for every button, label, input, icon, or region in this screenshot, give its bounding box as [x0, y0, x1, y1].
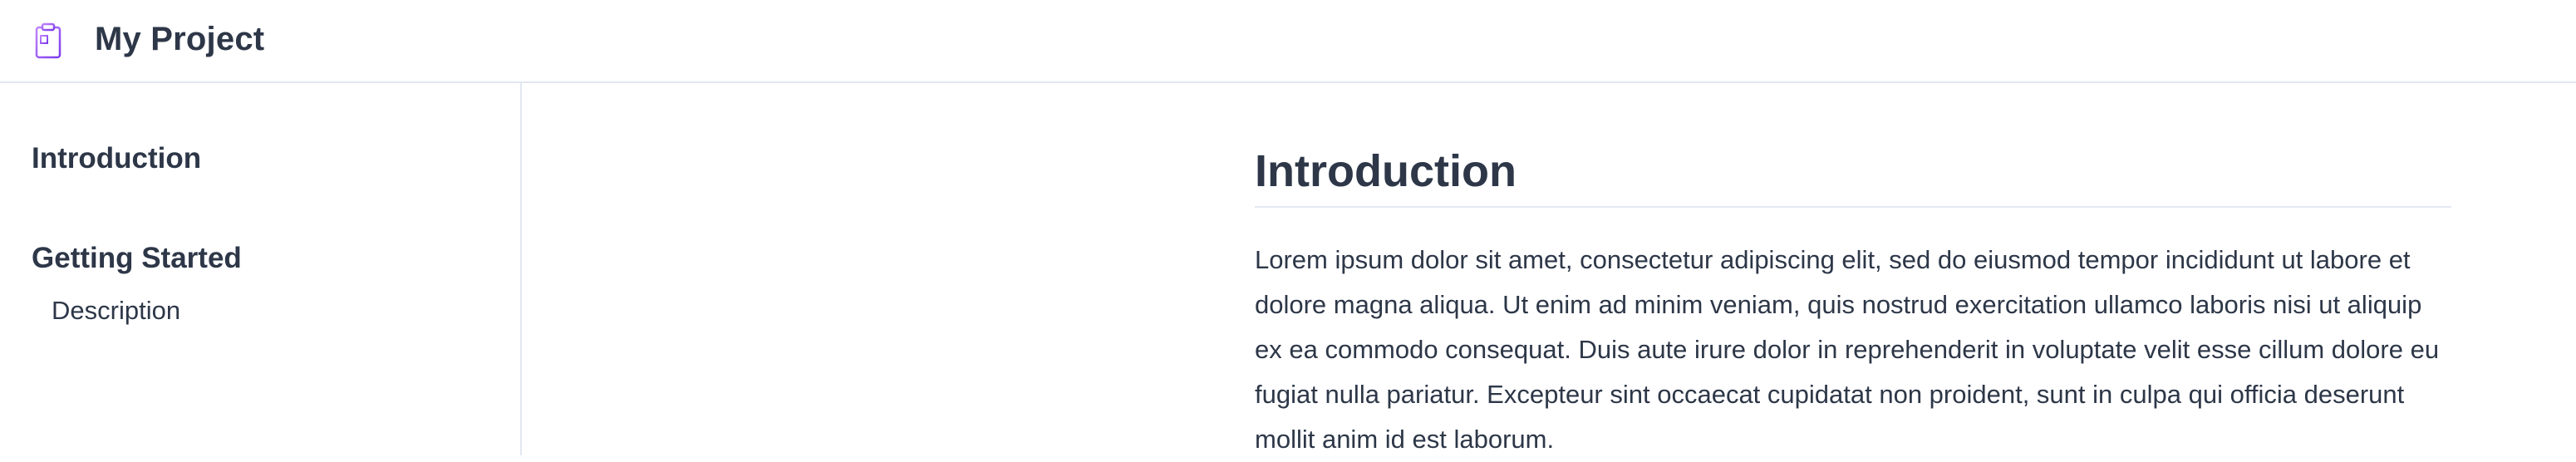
sidebar-item-introduction[interactable]: Introduction: [32, 138, 520, 179]
intro-paragraph: Lorem ipsum dolor sit amet, consectetur …: [1255, 245, 2440, 454]
sidebar-nav: Introduction Getting Started Description: [0, 83, 522, 455]
clipboard-notes-icon[interactable]: [33, 22, 63, 59]
sidebar-item-description[interactable]: Description: [32, 292, 520, 329]
sidebar-item-getting-started[interactable]: Getting Started: [32, 238, 520, 279]
page-title: Introduction: [1255, 141, 2451, 208]
main-content: Introduction Lorem ipsum dolor sit amet,…: [1255, 141, 2451, 462]
project-title[interactable]: My Project: [95, 21, 264, 58]
top-bar: My Project: [0, 0, 2576, 83]
